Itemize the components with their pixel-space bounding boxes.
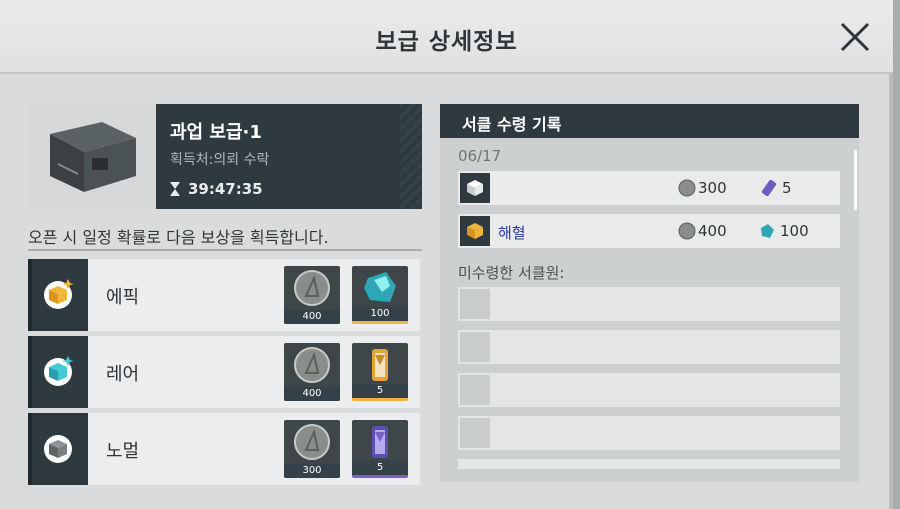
header-divider	[0, 72, 893, 74]
member-avatar	[460, 418, 490, 448]
epic-cube-icon	[467, 223, 483, 239]
coin-amount: 300	[698, 179, 727, 197]
reward-coin[interactable]: 400	[284, 266, 340, 324]
reward-count: 400	[284, 310, 340, 324]
tier-label: 에픽	[106, 287, 140, 308]
reward-coin[interactable]: 400	[284, 343, 340, 401]
reward-count: 100	[352, 307, 408, 321]
tier-icon-panel	[28, 336, 88, 408]
window-edge	[893, 0, 900, 509]
item-amount: 100	[780, 222, 809, 240]
member-name[interactable]: 해혈	[498, 222, 526, 243]
close-icon	[840, 22, 870, 52]
record-row: 300 5	[458, 171, 840, 205]
rewards-heading: 오픈 시 일정 확률로 다음 보상을 획득합니다.	[28, 228, 329, 247]
reward-coin[interactable]: 300	[284, 420, 340, 478]
member-avatar	[460, 375, 490, 405]
supply-card: 과업 보급·1 획득처:의뢰 수락 39:47:35	[28, 104, 422, 209]
tier-icon-panel	[28, 413, 88, 485]
member-avatar	[460, 216, 490, 246]
unclaimed-member-row	[458, 330, 840, 364]
member-avatar	[460, 332, 490, 362]
unclaimed-member-row	[458, 416, 840, 450]
rare-cube-icon	[44, 356, 74, 386]
reward-count: 5	[352, 461, 408, 475]
reward-count: 5	[352, 384, 408, 398]
coin-icon	[294, 424, 330, 460]
supply-name: 과업 보급·1	[170, 122, 262, 143]
hourglass-capsule-icon	[372, 349, 388, 381]
circle-log-heading: 서클 수령 기록	[440, 104, 859, 138]
purple-capsule-icon	[372, 426, 388, 458]
tier-label: 레어	[106, 364, 140, 385]
unclaimed-member-row	[458, 459, 840, 469]
epic-cube-icon	[44, 279, 74, 309]
reward-capsule[interactable]: 5	[352, 343, 408, 401]
coin-icon	[678, 179, 696, 197]
member-avatar	[460, 289, 490, 319]
supply-source: 획득처:의뢰 수락	[170, 152, 270, 168]
reward-row-rare: 레어 400 5	[28, 336, 420, 408]
coin-amount: 400	[698, 222, 727, 240]
crystal-icon	[364, 272, 396, 302]
tier-icon-panel	[28, 259, 88, 331]
coin-icon	[294, 270, 330, 306]
supply-timer: 39:47:35	[188, 180, 263, 198]
supply-box-image	[28, 104, 156, 209]
rewards-divider	[28, 249, 422, 251]
reward-row-normal: 노멀 300 5	[28, 413, 420, 485]
capsule-icon	[761, 179, 777, 197]
popup-title: 보급 상세정보	[375, 29, 518, 55]
member-avatar	[460, 173, 490, 203]
hourglass-icon	[170, 182, 180, 196]
unclaimed-label: 미수령한 서클원:	[458, 264, 565, 282]
unclaimed-member-row	[458, 373, 840, 407]
coin-icon	[678, 222, 696, 240]
coin-icon	[294, 347, 330, 383]
normal-cube-icon	[44, 435, 72, 463]
crystal-icon	[761, 224, 774, 238]
close-button[interactable]	[836, 18, 874, 56]
log-date: 06/17	[458, 147, 502, 165]
supply-crate-icon	[50, 122, 136, 192]
item-amount: 5	[782, 179, 792, 197]
log-scrollbar[interactable]	[854, 150, 857, 210]
reward-count: 400	[284, 387, 340, 401]
cube-icon	[467, 180, 483, 196]
reward-count: 300	[284, 464, 340, 478]
reward-row-epic: 에픽 400 100	[28, 259, 420, 331]
reward-crystal[interactable]: 100	[352, 266, 408, 324]
unclaimed-member-row	[458, 287, 840, 321]
record-row: 해혈 400 100	[458, 214, 840, 248]
card-decoration	[400, 104, 422, 209]
reward-capsule[interactable]: 5	[352, 420, 408, 478]
tier-label: 노멀	[106, 441, 140, 462]
